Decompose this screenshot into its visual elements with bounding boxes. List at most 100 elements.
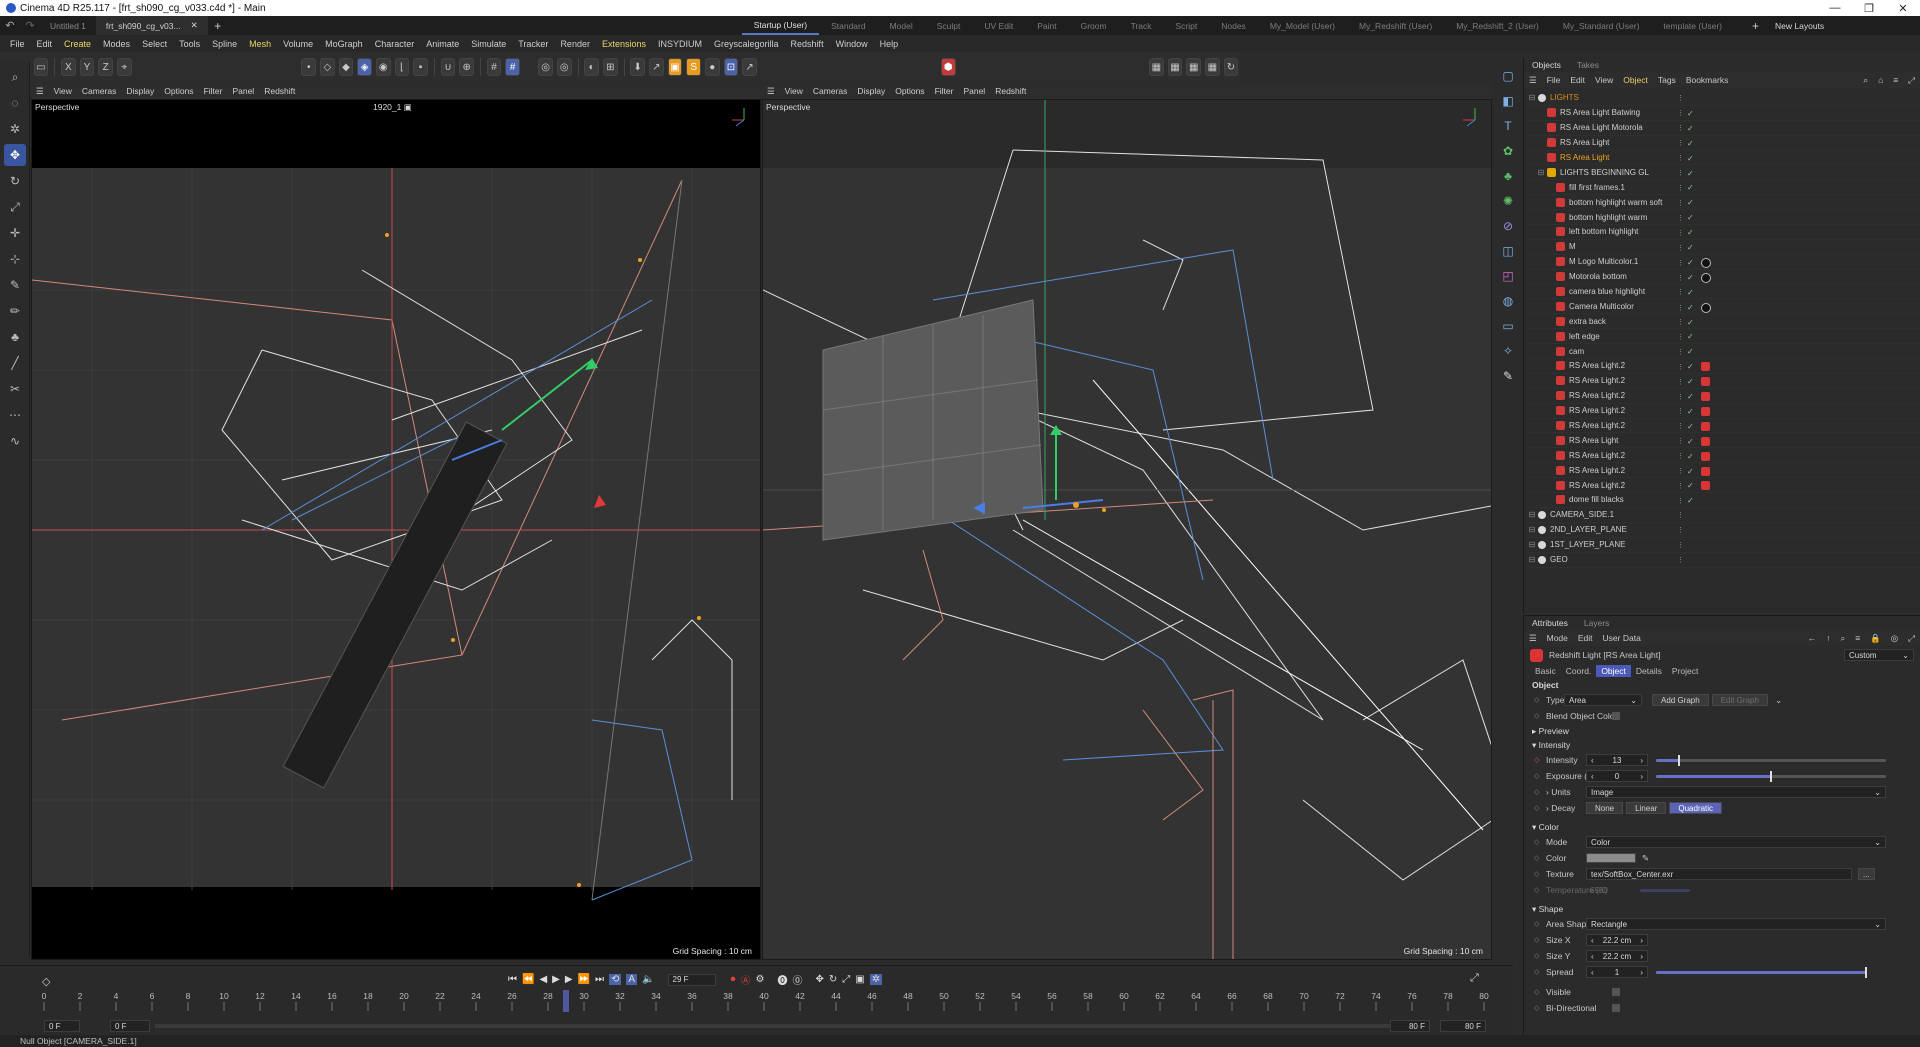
visibility-dots-icon[interactable]: ⋮	[1677, 526, 1684, 534]
visibility-dots-icon[interactable]: ⋮	[1677, 467, 1684, 475]
enabled-check-icon[interactable]: ✓	[1687, 392, 1694, 401]
visibility-dots-icon[interactable]: ⋮	[1677, 214, 1684, 222]
pivot-tool-icon[interactable]: ⊹	[4, 248, 26, 270]
layout-tab[interactable]: Sculpt	[925, 16, 973, 35]
end-frame-field[interactable]: 80 F	[1440, 1020, 1486, 1032]
menu-item-redshift[interactable]: Redshift	[785, 39, 830, 49]
decay-quadratic-button[interactable]: Quadratic	[1669, 802, 1723, 814]
material-tag-icon[interactable]	[1700, 272, 1711, 283]
viewport-menu-cameras[interactable]: Cameras	[77, 86, 121, 96]
edit-graph-button[interactable]: Edit Graph	[1711, 694, 1768, 706]
hamburger-icon[interactable]: ☰	[1524, 633, 1542, 644]
menu-item-volume[interactable]: Volume	[277, 39, 319, 49]
right-viewport[interactable]: Perspective Grid Spacing : 10 cm	[762, 99, 1492, 960]
export-icon[interactable]: ↗	[649, 58, 664, 76]
viewport-menu-panel[interactable]: Panel	[958, 86, 990, 96]
exposure-slider[interactable]	[1656, 770, 1886, 782]
enabled-check-icon[interactable]: ✓	[1687, 288, 1694, 297]
texture-field[interactable]: tex/SoftBox_Center.exr	[1586, 868, 1852, 880]
object-name[interactable]: left bottom highlight	[1569, 227, 1638, 236]
solo-icon[interactable]: ◎	[538, 58, 553, 76]
live-selection-icon[interactable]: ◌	[4, 92, 26, 114]
layout-tab[interactable]: Standard	[819, 16, 878, 35]
grid-icon[interactable]: #	[486, 58, 502, 76]
temperature-slider[interactable]	[1640, 888, 1690, 892]
expand-icon[interactable]: ⊟	[1535, 168, 1547, 177]
redshift-tag-icon[interactable]	[1700, 421, 1710, 431]
visibility-dots-icon[interactable]: ⋮	[1677, 422, 1684, 430]
knife-icon[interactable]: ✂	[4, 378, 26, 400]
object-row[interactable]: ⊟ 1ST_LAYER_PLANE ⋮	[1524, 538, 1920, 553]
enabled-check-icon[interactable]: ✓	[1687, 407, 1694, 416]
render-region-icon[interactable]: ◐	[584, 58, 599, 76]
layout-tab[interactable]: Groom	[1069, 16, 1119, 35]
spline-smooth-icon[interactable]: ∿	[4, 430, 26, 452]
visibility-dots-icon[interactable]: ⋮	[1677, 363, 1684, 371]
tag-icon[interactable]: ✎	[1497, 365, 1519, 387]
visibility-dots-icon[interactable]: ⋮	[1677, 184, 1684, 192]
scale-tool-icon[interactable]: ⤢	[4, 196, 26, 218]
layout-tab[interactable]: Startup (User)	[741, 16, 820, 35]
new-tab-icon[interactable]: +	[208, 19, 228, 33]
add-layout-icon[interactable]: +	[1752, 19, 1759, 33]
object-name[interactable]: RS Area Light.2	[1569, 481, 1625, 490]
left-viewport[interactable]: Perspective 1920_1 ▣ Grid Spacing : 10 c…	[31, 99, 761, 960]
object-row[interactable]: ⊟ LIGHTS BEGINNING GL ⋮ ✓	[1524, 165, 1920, 181]
volume-icon[interactable]: ◰	[1497, 265, 1519, 287]
object-row[interactable]: ⊟ GEO ⋮	[1524, 553, 1920, 568]
layout-tab[interactable]: Track	[1119, 16, 1164, 35]
tab-attributes[interactable]: Attributes	[1524, 618, 1576, 628]
object-row[interactable]: RS Area Light Batwing ⋮ ✓	[1524, 106, 1920, 121]
qr-icon[interactable]: ⊡	[723, 58, 739, 76]
search-icon[interactable]: ⌕	[1858, 75, 1873, 86]
object-name[interactable]: 1ST_LAYER_PLANE	[1550, 540, 1625, 549]
object-name[interactable]: RS Area Light.2	[1569, 451, 1625, 460]
generator-icon[interactable]: ✿	[1497, 140, 1519, 162]
units-select[interactable]: Image ⌄	[1586, 786, 1886, 798]
object-row[interactable]: RS Area Light ⋮ ✓	[1524, 151, 1920, 166]
visibility-dots-icon[interactable]: ⋮	[1677, 199, 1684, 207]
render-view-icon[interactable]: ▦	[1149, 58, 1164, 76]
object-name[interactable]: extra back	[1569, 317, 1606, 326]
render-icon[interactable]: ▦	[1167, 58, 1183, 76]
attr-menu-userdata[interactable]: User Data	[1598, 633, 1646, 643]
objects-menu-edit[interactable]: Edit	[1565, 75, 1590, 85]
enabled-check-icon[interactable]: ✓	[1687, 318, 1694, 327]
visibility-dots-icon[interactable]: ⋮	[1677, 348, 1684, 356]
object-row[interactable]: ⊟ CAMERA_SIDE.1 ⋮	[1524, 508, 1920, 523]
visibility-dots-icon[interactable]: ⋮	[1677, 541, 1684, 549]
viewport-menu-options[interactable]: Options	[159, 86, 198, 96]
material-tag-icon[interactable]	[1700, 302, 1711, 313]
redshift-tag-icon[interactable]	[1700, 362, 1710, 372]
objects-menu-view[interactable]: View	[1590, 75, 1618, 85]
visibility-dots-icon[interactable]: ⋮	[1677, 109, 1684, 117]
measure-icon[interactable]: ⋯	[4, 404, 26, 426]
attr-menu-mode[interactable]: Mode	[1542, 633, 1573, 643]
autokey-icon[interactable]: A	[626, 974, 638, 985]
object-row[interactable]: RS Area Light ⋮ ✓	[1524, 136, 1920, 151]
play-icon[interactable]: ▶	[552, 974, 560, 985]
object-name[interactable]: fill first frames.1	[1569, 183, 1625, 192]
menu-item-simulate[interactable]: Simulate	[465, 39, 512, 49]
redshift-icon[interactable]: ⬢	[940, 58, 956, 76]
exposure-field[interactable]: ‹ 0 ›	[1586, 770, 1648, 782]
object-row[interactable]: extra back ⋮ ✓	[1524, 314, 1920, 330]
points-mode-icon[interactable]: •	[301, 58, 317, 76]
enabled-check-icon[interactable]: ✓	[1687, 377, 1694, 386]
mode-select[interactable]: Color ⌄	[1586, 836, 1886, 848]
object-name[interactable]: GEO	[1550, 555, 1568, 564]
prev-frame-icon[interactable]: ◀	[539, 974, 547, 985]
mograph-icon[interactable]: ♣	[1497, 165, 1519, 187]
minimize-button[interactable]: —	[1818, 2, 1852, 15]
subtab-details[interactable]: Details	[1631, 665, 1667, 677]
viewport-menu-redshift[interactable]: Redshift	[990, 86, 1031, 96]
temperature-field[interactable]: 6500	[1586, 884, 1634, 896]
start-frame-field[interactable]: 0 F	[44, 1020, 80, 1032]
objects-menu-bookmarks[interactable]: Bookmarks	[1681, 75, 1734, 85]
visibility-dots-icon[interactable]: ⋮	[1677, 259, 1684, 267]
visibility-dots-icon[interactable]: ⋮	[1677, 407, 1684, 415]
object-name[interactable]: M	[1569, 242, 1576, 251]
object-name[interactable]: RS Area Light	[1569, 436, 1618, 445]
close-button[interactable]: ✕	[1886, 2, 1920, 15]
enabled-check-icon[interactable]: ✓	[1687, 243, 1694, 252]
